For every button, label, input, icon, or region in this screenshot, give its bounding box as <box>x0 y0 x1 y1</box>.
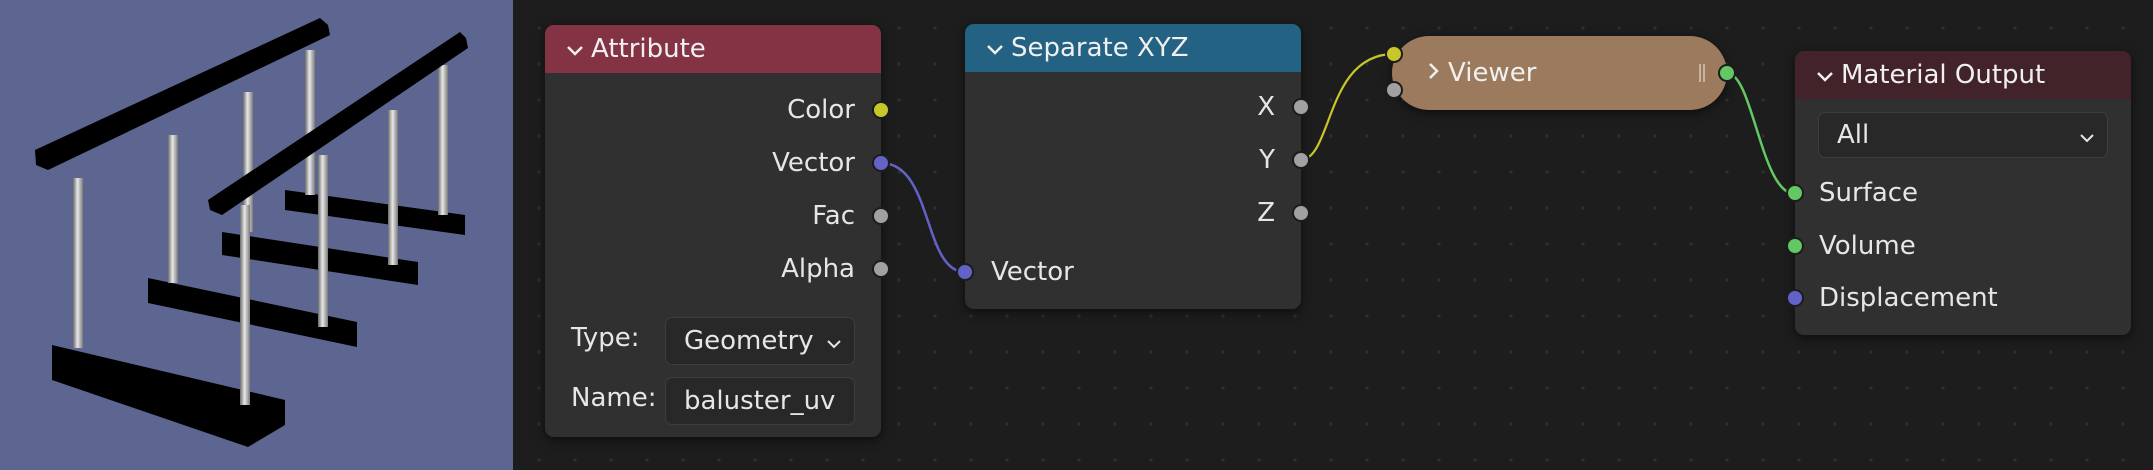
output-label-z: Z <box>1257 198 1275 228</box>
output-socket-fac[interactable] <box>872 207 890 225</box>
material-output-node-title: Material Output <box>1841 60 2046 90</box>
input-label-volume: Volume <box>1819 231 1916 261</box>
name-field[interactable]: baluster_uv <box>665 377 855 425</box>
separate-xyz-node-header[interactable]: Separate XYZ <box>965 24 1301 72</box>
output-socket-viewer[interactable] <box>1718 64 1736 82</box>
collapse-chevron-icon[interactable] <box>565 37 591 61</box>
viewer-drag-handle-icon[interactable] <box>1699 64 1705 82</box>
chevron-down-icon <box>826 326 842 356</box>
expand-chevron-icon[interactable] <box>1428 58 1448 88</box>
chevron-down-icon <box>2079 120 2095 150</box>
shader-node-editor[interactable]: Attribute Color Vector Fac Alpha Type: G… <box>513 0 2153 470</box>
collapse-chevron-icon[interactable] <box>985 36 1011 60</box>
input-socket-volume[interactable] <box>1786 237 1804 255</box>
attribute-node-title: Attribute <box>591 34 706 64</box>
target-dropdown[interactable]: All <box>1818 112 2108 158</box>
type-dropdown[interactable]: Geometry <box>665 317 855 365</box>
input-label-displacement: Displacement <box>1819 283 1998 313</box>
separate-xyz-node-title: Separate XYZ <box>1011 33 1189 63</box>
name-label: Name: <box>571 383 657 413</box>
output-socket-z[interactable] <box>1292 204 1310 222</box>
output-socket-y[interactable] <box>1292 151 1310 169</box>
type-dropdown-value: Geometry <box>684 326 814 356</box>
input-socket-displacement[interactable] <box>1786 289 1804 307</box>
link-y-to-viewer <box>1299 52 1395 162</box>
material-output-node-header[interactable]: Material Output <box>1795 51 2131 99</box>
input-socket-vector[interactable] <box>956 263 974 281</box>
viewer-node-header[interactable]: Viewer <box>1428 36 1536 110</box>
attribute-node-header[interactable]: Attribute <box>545 25 881 73</box>
link-viewer-to-surface <box>1726 71 1796 196</box>
output-label-color: Color <box>787 95 855 125</box>
separate-xyz-node[interactable]: Separate XYZ X Y Z Vector <box>956 24 1310 309</box>
output-socket-vector[interactable] <box>872 154 890 172</box>
output-socket-color[interactable] <box>872 101 890 119</box>
output-socket-alpha[interactable] <box>872 260 890 278</box>
link-vector-to-vector <box>880 161 966 274</box>
viewer-node-title: Viewer <box>1448 58 1537 88</box>
output-label-alpha: Alpha <box>781 254 855 284</box>
name-field-value: baluster_uv <box>684 386 836 416</box>
target-dropdown-value: All <box>1837 120 1870 150</box>
input-label-vector: Vector <box>991 257 1074 287</box>
input-label-surface: Surface <box>1819 178 1919 208</box>
railing-model-render <box>35 18 468 447</box>
output-label-y: Y <box>1259 145 1275 175</box>
material-output-node[interactable]: Material Output All Surface Volume Displ… <box>1786 51 2131 335</box>
collapse-chevron-icon[interactable] <box>1815 63 1841 87</box>
output-label-fac: Fac <box>812 201 855 231</box>
output-label-vector: Vector <box>772 148 855 178</box>
3d-viewport[interactable] <box>0 0 513 470</box>
input-socket-viewer-value[interactable] <box>1385 45 1403 63</box>
attribute-node[interactable]: Attribute Color Vector Fac Alpha Type: G… <box>545 25 890 437</box>
output-socket-x[interactable] <box>1292 98 1310 116</box>
viewer-node[interactable]: Viewer <box>1385 36 1736 110</box>
output-label-x: X <box>1257 92 1275 122</box>
input-socket-viewer-extra[interactable] <box>1385 81 1403 99</box>
input-socket-surface[interactable] <box>1786 184 1804 202</box>
type-label: Type: <box>571 323 640 353</box>
